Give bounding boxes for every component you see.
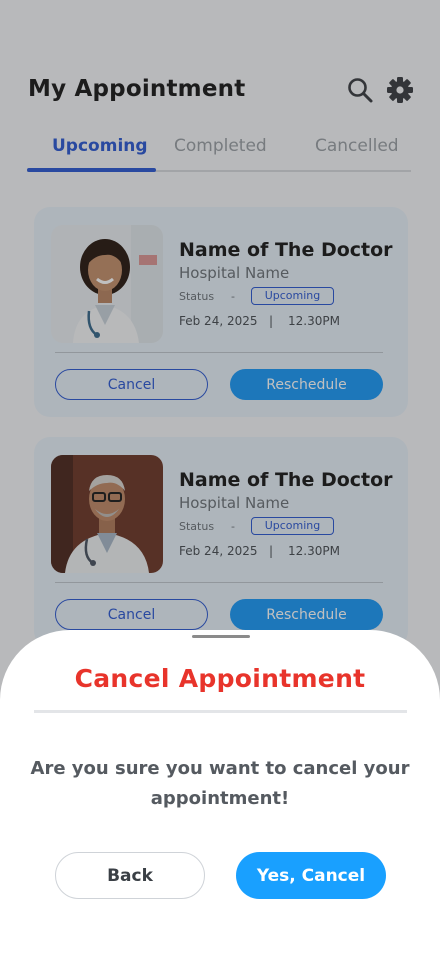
back-button[interactable]: Back — [55, 852, 205, 899]
confirm-cancel-button[interactable]: Yes, Cancel — [236, 852, 386, 899]
dialog-message: Are you sure you want to cancel your app… — [30, 758, 410, 809]
dialog-title: Cancel Appointment — [74, 664, 366, 693]
dialog-divider — [34, 710, 407, 713]
cancel-dialog-sheet: Cancel Appointment Are you sure you want… — [0, 630, 440, 956]
drag-handle[interactable] — [192, 635, 250, 638]
